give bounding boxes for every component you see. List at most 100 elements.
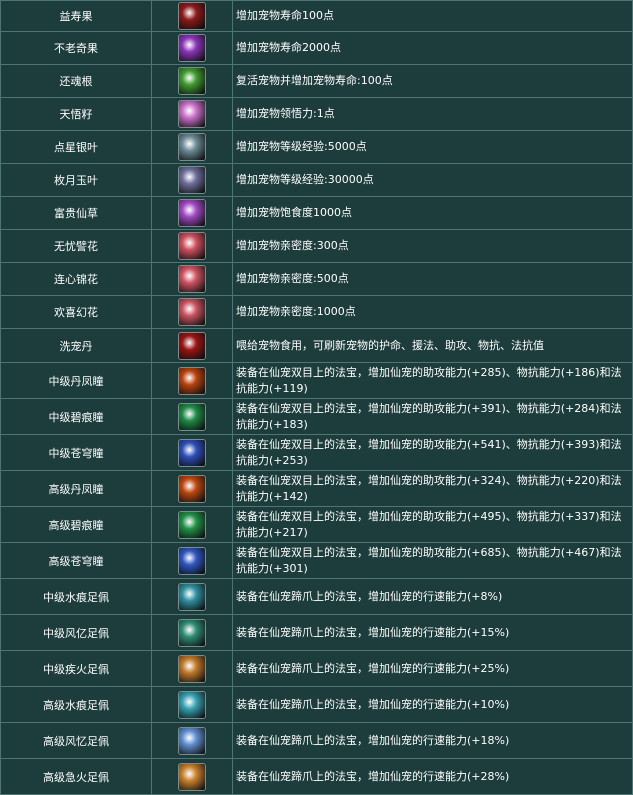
item-name: 中级碧痕瞳: [0, 398, 152, 435]
blue-claw-icon: [178, 726, 206, 755]
green-eye-icon: [178, 402, 206, 431]
silver-leaf-icon: [178, 133, 206, 161]
table-row: 高级急火足佩 装备在仙宠蹄爪上的法宝，增加仙宠的行速能力(+28%): [0, 758, 633, 795]
red-eye-icon: [178, 474, 206, 503]
item-name: 高级急火足佩: [0, 758, 152, 795]
orange-claw-icon: [178, 654, 206, 683]
pet-items-table-body: 益寿果 增加宠物寿命100点 不老奇果 增加宠物寿命2000点 还魂根 复活宠物并增加宠物…: [0, 0, 633, 795]
item-name: 中级疾火足佩: [0, 650, 152, 687]
item-description: 装备在仙宠蹄爪上的法宝，增加仙宠的行速能力(+18%): [232, 722, 633, 759]
item-description: 装备在仙宠双目上的法宝，增加仙宠的助攻能力(+541)、物抗能力(+393)和法…: [232, 434, 633, 471]
table-row: 天悟籽 增加宠物领悟力:1点: [0, 97, 633, 131]
item-icon-cell: [151, 0, 233, 32]
item-name: 高级苍穹瞳: [0, 542, 152, 579]
item-name: 高级水痕足佩: [0, 686, 152, 723]
blue-eye-icon: [178, 438, 206, 467]
pink-seed-icon: [178, 100, 206, 128]
pink-flower-icon: [178, 232, 206, 260]
item-description: 增加宠物等级经验:30000点: [232, 163, 633, 197]
item-name: 中级丹凤瞳: [0, 362, 152, 399]
item-name: 天悟籽: [0, 97, 152, 131]
item-description: 增加宠物领悟力:1点: [232, 97, 633, 131]
item-description: 装备在仙宠蹄爪上的法宝，增加仙宠的行速能力(+10%): [232, 686, 633, 723]
item-name: 中级水痕足佩: [0, 578, 152, 615]
item-icon-cell: [151, 130, 233, 164]
cyan-claw-icon: [178, 582, 206, 611]
item-icon-cell: [151, 722, 233, 759]
item-description: 装备在仙宠蹄爪上的法宝，增加仙宠的行速能力(+15%): [232, 614, 633, 651]
item-name: 连心锦花: [0, 262, 152, 296]
table-row: 高级丹凤瞳 装备在仙宠双目上的法宝，增加仙宠的助攻能力(+324)、物抗能力(+2…: [0, 470, 633, 507]
pink-flower-icon: [178, 298, 206, 326]
table-row: 中级苍穹瞳 装备在仙宠双目上的法宝，增加仙宠的助攻能力(+541)、物抗能力(+3…: [0, 434, 633, 471]
item-icon-cell: [151, 542, 233, 579]
red-eye-icon: [178, 366, 206, 395]
item-icon-cell: [151, 295, 233, 329]
item-icon-cell: [151, 434, 233, 471]
orange-claw-icon: [178, 762, 206, 791]
item-name: 富贵仙草: [0, 196, 152, 230]
table-row: 点星银叶 增加宠物等级经验:5000点: [0, 130, 633, 164]
item-description: 装备在仙宠双目上的法宝，增加仙宠的助攻能力(+285)、物抗能力(+186)和法…: [232, 362, 633, 399]
table-row: 洗宠丹 喂给宠物食用，可刷新宠物的护命、援法、助攻、物抗、法抗值: [0, 328, 633, 363]
item-icon-cell: [151, 362, 233, 399]
item-icon-cell: [151, 398, 233, 435]
table-row: 高级水痕足佩 装备在仙宠蹄爪上的法宝，增加仙宠的行速能力(+10%): [0, 686, 633, 723]
item-description: 增加宠物亲密度:300点: [232, 229, 633, 263]
item-icon-cell: [151, 97, 233, 131]
item-icon-cell: [151, 650, 233, 687]
table-row: 不老奇果 增加宠物寿命2000点: [0, 31, 633, 65]
table-row: 无忧譬花 增加宠物亲密度:300点: [0, 229, 633, 263]
pink-flower-icon: [178, 265, 206, 293]
table-row: 中级风亿足佩 装备在仙宠蹄爪上的法宝，增加仙宠的行速能力(+15%): [0, 614, 633, 651]
item-icon-cell: [151, 196, 233, 230]
purple-fruit-icon: [178, 34, 206, 62]
green-root-icon: [178, 67, 206, 95]
item-icon-cell: [151, 686, 233, 723]
table-row: 益寿果 增加宠物寿命100点: [0, 0, 633, 32]
item-icon-cell: [151, 470, 233, 507]
item-icon-cell: [151, 578, 233, 615]
table-row: 高级苍穹瞳 装备在仙宠双目上的法宝，增加仙宠的助攻能力(+685)、物抗能力(+4…: [0, 542, 633, 579]
table-row: 连心锦花 增加宠物亲密度:500点: [0, 262, 633, 296]
table-row: 还魂根 复活宠物并增加宠物寿命:100点: [0, 64, 633, 98]
table-row: 富贵仙草 增加宠物饱食度1000点: [0, 196, 633, 230]
item-description: 装备在仙宠双目上的法宝，增加仙宠的助攻能力(+685)、物抗能力(+467)和法…: [232, 542, 633, 579]
pet-items-table: 益寿果 增加宠物寿命100点 不老奇果 增加宠物寿命2000点 还魂根 复活宠物并增加宠物…: [0, 0, 633, 795]
item-icon-cell: [151, 328, 233, 363]
jade-leaf-icon: [178, 166, 206, 194]
item-description: 装备在仙宠双目上的法宝，增加仙宠的助攻能力(+391)、物抗能力(+284)和法…: [232, 398, 633, 435]
item-icon-cell: [151, 163, 233, 197]
table-row: 欢喜幻花 增加宠物亲密度:1000点: [0, 295, 633, 329]
item-name: 高级丹凤瞳: [0, 470, 152, 507]
item-name: 枚月玉叶: [0, 163, 152, 197]
item-description: 增加宠物亲密度:500点: [232, 262, 633, 296]
table-row: 中级碧痕瞳 装备在仙宠双目上的法宝，增加仙宠的助攻能力(+391)、物抗能力(+2…: [0, 398, 633, 435]
item-name: 益寿果: [0, 0, 152, 32]
purple-herb-icon: [178, 199, 206, 227]
red-fruit-icon: [178, 2, 206, 30]
item-icon-cell: [151, 262, 233, 296]
item-icon-cell: [151, 229, 233, 263]
item-name: 高级风忆足佩: [0, 722, 152, 759]
item-icon-cell: [151, 64, 233, 98]
item-name: 欢喜幻花: [0, 295, 152, 329]
item-name: 洗宠丹: [0, 328, 152, 363]
item-name: 还魂根: [0, 64, 152, 98]
table-row: 中级疾火足佩 装备在仙宠蹄爪上的法宝，增加仙宠的行速能力(+25%): [0, 650, 633, 687]
item-name: 点星银叶: [0, 130, 152, 164]
teal-claw-icon: [178, 618, 206, 647]
item-description: 增加宠物等级经验:5000点: [232, 130, 633, 164]
item-icon-cell: [151, 758, 233, 795]
item-name: 中级风亿足佩: [0, 614, 152, 651]
item-icon-cell: [151, 614, 233, 651]
table-row: 枚月玉叶 增加宠物等级经验:30000点: [0, 163, 633, 197]
table-row: 高级碧痕瞳 装备在仙宠双目上的法宝，增加仙宠的助攻能力(+495)、物抗能力(+3…: [0, 506, 633, 543]
item-name: 高级碧痕瞳: [0, 506, 152, 543]
item-description: 喂给宠物食用，可刷新宠物的护命、援法、助攻、物抗、法抗值: [232, 328, 633, 363]
table-row: 中级水痕足佩 装备在仙宠蹄爪上的法宝，增加仙宠的行速能力(+8%): [0, 578, 633, 615]
item-icon-cell: [151, 31, 233, 65]
item-description: 装备在仙宠蹄爪上的法宝，增加仙宠的行速能力(+25%): [232, 650, 633, 687]
item-description: 复活宠物并增加宠物寿命:100点: [232, 64, 633, 98]
item-description: 增加宠物寿命2000点: [232, 31, 633, 65]
